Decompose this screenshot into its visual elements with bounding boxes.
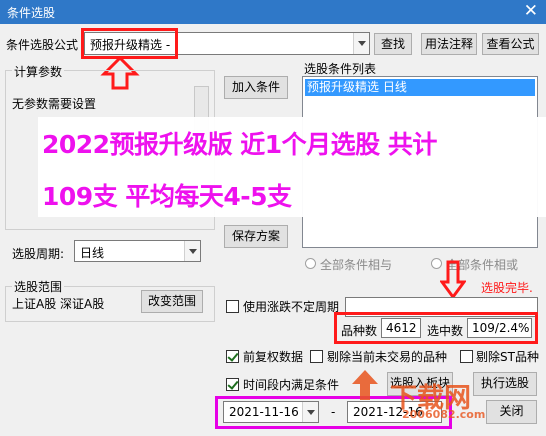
period-value: 日线 [80,246,105,260]
forward-adjust-checkbox[interactable] [226,350,239,363]
watermark-logo [348,368,382,402]
period-label: 选股周期: [12,247,65,261]
exclude-untraded-checkbox[interactable] [310,350,323,363]
red-down-arrow-icon [440,260,466,300]
list-item[interactable]: 预报升级精选 日线 [305,79,535,96]
time-period-checkbox[interactable] [226,378,239,391]
exclude-st-label: 剔除ST品种 [476,350,539,364]
close-icon[interactable]: ✕ [524,0,538,22]
window-title: 条件选股 [7,6,56,20]
period-select[interactable]: 日线 [74,240,201,262]
overlay-line-1: 2022预报升级版 近1个月选股 共计 [42,130,437,159]
close-button[interactable]: 关闭 [486,400,537,424]
formula-label: 条件选股公式 [6,38,79,52]
add-condition-button[interactable]: 加入条件 [224,76,288,99]
count-value: 4612 [381,318,421,338]
status-done: 选股完毕. [481,281,533,295]
watermark-arrow-icon [352,370,378,400]
chevron-down-icon[interactable] [353,33,369,54]
exclude-st-checkbox[interactable] [460,350,473,363]
exclude-untraded-label: 剔除当前未交易的品种 [327,350,448,364]
selected-value: 109/2.4% [467,318,532,338]
selected-label: 选中数 [427,324,464,338]
title-bar: 条件选股 ✕ [0,0,546,24]
and-label: 全部条件相与 [320,258,393,272]
save-plan-button[interactable]: 保存方案 [224,225,288,248]
params-none-text: 无参数需要设置 [12,97,97,111]
find-button[interactable]: 查找 [374,33,412,55]
usage-button[interactable]: 用法注释 [421,33,477,55]
params-group-title: 计算参数 [12,63,65,80]
range-group-title: 选股范围 [12,278,65,295]
view-formula-button[interactable]: 查看公式 [482,33,539,55]
change-range-button[interactable]: 改变范围 [141,290,203,313]
range-value: 上证A股 深证A股 [12,297,105,311]
and-radio[interactable] [305,258,316,269]
run-select-button[interactable]: 执行选股 [473,372,537,396]
overlay-line-2: 109支 平均每天4-5支 [42,182,292,211]
count-label: 品种数 [341,324,378,338]
use-limit-period-checkbox[interactable] [226,300,239,313]
conditions-group-title: 选股条件列表 [304,62,377,76]
time-period-label: 时间段内满足条件 [243,378,340,392]
chevron-down-icon[interactable] [184,241,200,261]
forward-adjust-label: 前复权数据 [243,350,304,364]
watermark-url: 2006082.com [402,408,486,421]
use-limit-period-label: 使用涨跌不定周期 [243,300,340,314]
